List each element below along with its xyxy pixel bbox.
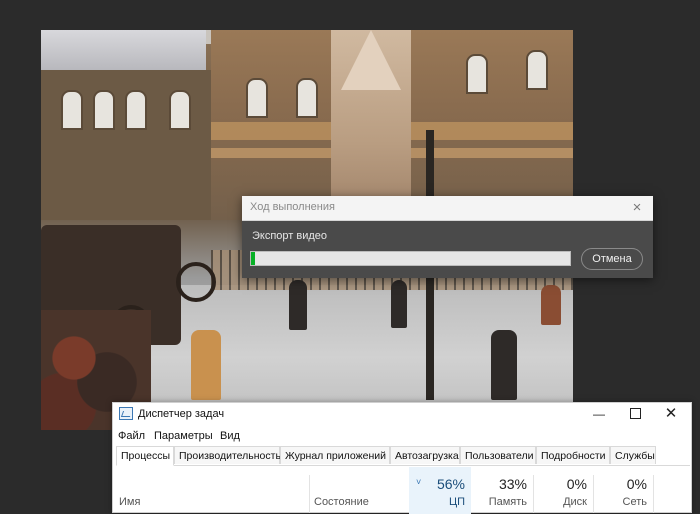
video-window: [93, 90, 115, 130]
cpu-percent: 56%: [436, 476, 465, 492]
process-table-header: Имя Состояние 56% ЦП ˅ 33% Память 0% Дис…: [113, 467, 691, 514]
tab-startup[interactable]: Автозагрузка: [390, 446, 460, 464]
tab-performance[interactable]: Производительность: [174, 446, 281, 464]
column-divider: [653, 475, 654, 513]
network-label: Сеть: [622, 496, 647, 508]
dialog-titlebar: Ход выполнения ×: [242, 196, 653, 221]
video-person: [541, 285, 561, 325]
task-manager-window: Диспетчер задач — ✕ Файл Параметры Вид П…: [112, 402, 692, 514]
tab-bar: Процессы Производительность Журнал прило…: [116, 446, 690, 466]
video-window: [125, 90, 147, 130]
disk-label: Диск: [563, 496, 587, 508]
menu-view[interactable]: Вид: [220, 430, 240, 442]
column-memory[interactable]: 33% Память: [471, 467, 533, 514]
task-manager-titlebar: Диспетчер задач — ✕: [113, 403, 691, 425]
memory-label: Память: [488, 496, 527, 508]
cancel-button[interactable]: Отмена: [581, 248, 643, 270]
column-network[interactable]: 0% Сеть: [593, 467, 653, 514]
column-cpu[interactable]: 56% ЦП: [409, 467, 471, 514]
task-manager-app-icon: [119, 407, 133, 420]
tab-processes[interactable]: Процессы: [116, 446, 174, 466]
video-window: [296, 78, 318, 118]
memory-percent: 33%: [498, 476, 527, 492]
close-button[interactable]: ✕: [653, 403, 689, 425]
video-person: [191, 330, 221, 400]
progress-bar-fill: [251, 252, 255, 265]
maximize-icon: [629, 408, 641, 420]
video-person: [491, 330, 517, 400]
video-person: [391, 280, 407, 328]
video-person: [289, 280, 307, 330]
menu-file[interactable]: Файл: [118, 430, 145, 442]
column-status[interactable]: Состояние: [314, 496, 369, 508]
dialog-title: Ход выполнения: [250, 201, 335, 213]
video-window: [169, 90, 191, 130]
cpu-label: ЦП: [448, 496, 465, 508]
close-icon[interactable]: ×: [627, 198, 647, 218]
video-spire-top: [341, 30, 401, 90]
sort-descending-icon: ˅: [416, 477, 422, 487]
tab-services[interactable]: Службы: [610, 446, 656, 464]
video-window: [246, 78, 268, 118]
progress-dialog: Ход выполнения × Экспорт видео Отмена: [242, 196, 653, 278]
disk-percent: 0%: [566, 476, 587, 492]
video-window: [526, 50, 548, 90]
tab-details[interactable]: Подробности: [536, 446, 610, 464]
minimize-button[interactable]: —: [581, 403, 617, 425]
video-carriage-wheel: [176, 262, 216, 302]
column-disk[interactable]: 0% Диск: [533, 467, 593, 514]
maximize-button[interactable]: [617, 403, 653, 425]
column-name[interactable]: Имя: [119, 496, 140, 508]
progress-bar: [250, 251, 571, 266]
video-window: [61, 90, 83, 130]
column-divider: [309, 475, 310, 513]
network-percent: 0%: [626, 476, 647, 492]
video-roof: [41, 30, 206, 74]
tab-users[interactable]: Пользователи: [460, 446, 536, 464]
tab-app-history[interactable]: Журнал приложений: [280, 446, 390, 464]
task-manager-title: Диспетчер задач: [138, 408, 225, 420]
export-label: Экспорт видео: [252, 230, 328, 242]
menu-options[interactable]: Параметры: [154, 430, 213, 442]
video-window: [466, 54, 488, 94]
